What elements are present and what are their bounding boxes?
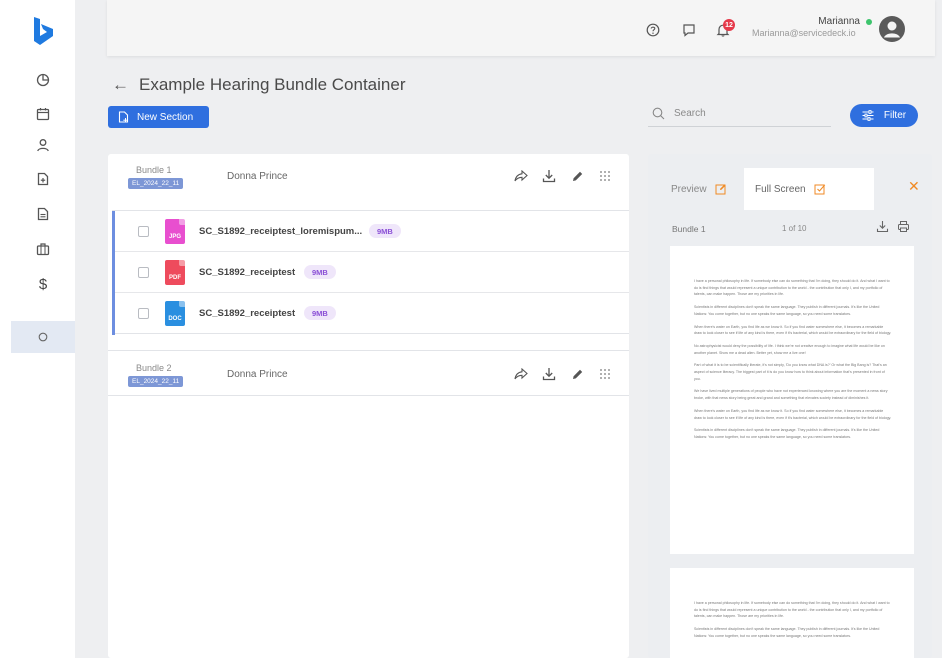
sliders-icon xyxy=(862,110,874,121)
check-square-icon xyxy=(814,184,825,195)
briefcase-icon[interactable] xyxy=(32,238,54,260)
online-status-dot xyxy=(866,19,872,25)
filter-label: Filter xyxy=(883,110,907,121)
document-paragraph: I have a personal philosophy in life. If… xyxy=(694,601,890,619)
document-paragraph: Scientists in different disciplines don'… xyxy=(694,428,880,439)
circle-icon xyxy=(38,332,48,342)
print-icon[interactable] xyxy=(897,220,910,233)
file-row[interactable]: DOC SC_S1892_receiptest 9MB xyxy=(115,293,629,334)
new-section-button[interactable]: New Section xyxy=(108,106,209,128)
edit-icon[interactable] xyxy=(569,168,585,184)
file-checkbox[interactable] xyxy=(138,308,149,319)
document-page: I have a personal philosophy in life. If… xyxy=(670,246,914,554)
jpg-file-icon: JPG xyxy=(165,219,185,244)
bundle-owner: Donna Prince xyxy=(227,369,288,380)
page-indicator: 1 of 10 xyxy=(782,224,807,233)
sidebar-item-active[interactable] xyxy=(11,321,75,353)
new-section-label: New Section xyxy=(137,111,194,123)
document-paragraph: Scientists in different disciplines don'… xyxy=(694,305,880,316)
file-checkbox[interactable] xyxy=(138,226,149,237)
share-icon[interactable] xyxy=(513,168,529,184)
file-add-icon xyxy=(118,111,129,123)
document-paragraph: We have lived multiple generations of pe… xyxy=(694,389,888,401)
drag-handle-icon[interactable] xyxy=(597,366,613,382)
dashboard-icon[interactable] xyxy=(32,69,54,91)
share-icon[interactable] xyxy=(513,366,529,382)
calendar-icon[interactable] xyxy=(32,103,54,125)
avatar[interactable] xyxy=(878,15,906,43)
user-icon[interactable] xyxy=(32,134,54,156)
document-page: I have a personal philosophy in life. If… xyxy=(670,568,914,658)
page-title: Example Hearing Bundle Container xyxy=(139,75,406,94)
preview-panel: Preview Full Screen ✕ Bundle 1 1 of 10 I… xyxy=(648,154,932,658)
user-email: Marianna@servicedeck.io xyxy=(752,28,856,38)
help-icon[interactable] xyxy=(644,21,662,39)
bundle-label: Bundle 2 xyxy=(136,363,172,373)
file-row[interactable]: JPG SC_S1892_receiptest_loremispum... 9M… xyxy=(115,211,629,252)
bundle-row[interactable]: Bundle 2 EL_2024_22_11 Donna Prince xyxy=(108,351,629,407)
document-paragraph: No astrophysicist would deny the possibi… xyxy=(694,343,885,355)
document-icon[interactable] xyxy=(32,203,54,225)
edit-square-icon xyxy=(715,184,726,195)
tab-fullscreen[interactable]: Full Screen xyxy=(744,168,874,210)
download-icon[interactable] xyxy=(876,220,889,233)
viewer-actions xyxy=(876,220,910,233)
back-button[interactable]: ← xyxy=(112,75,129,95)
bundle-row[interactable]: Bundle 1 EL_2024_22_11 Donna Prince xyxy=(108,154,629,210)
file-name: SC_S1892_receiptest_loremispum... xyxy=(199,226,363,237)
search-input[interactable]: Search xyxy=(648,101,831,127)
file-size-badge: 9MB xyxy=(304,265,336,279)
viewer-header: Bundle 1 1 of 10 xyxy=(658,210,932,246)
tab-fullscreen-label: Full Screen xyxy=(755,183,806,195)
sidebar: $ xyxy=(0,0,75,658)
dollar-icon[interactable]: $ xyxy=(32,273,54,295)
bundle-label: Bundle 1 xyxy=(136,165,172,175)
tab-preview-label: Preview xyxy=(671,183,707,195)
document-paragraph: Part of what it is to be scientifically … xyxy=(694,363,887,381)
search-placeholder: Search xyxy=(674,108,706,119)
bundle-actions xyxy=(513,168,613,184)
file-checkbox[interactable] xyxy=(138,267,149,278)
document-paragraph: I have a personal philosophy in life. If… xyxy=(694,279,890,297)
download-icon[interactable] xyxy=(541,366,557,382)
notification-badge: 12 xyxy=(723,19,735,31)
bundle-owner: Donna Prince xyxy=(227,171,288,182)
bundle-files: JPG SC_S1892_receiptest_loremispum... 9M… xyxy=(112,210,629,335)
bundle-actions xyxy=(513,366,613,382)
pdf-file-icon: PDF xyxy=(165,260,185,285)
document-paragraph: When there's water on Earth, you find li… xyxy=(694,408,892,420)
doc-file-icon: DOC xyxy=(165,301,185,326)
dollar-glyph: $ xyxy=(38,275,48,293)
search-icon xyxy=(652,107,665,120)
bundle-list-panel: Bundle 1 EL_2024_22_11 Donna Prince JPG … xyxy=(108,154,629,658)
divider xyxy=(108,395,629,396)
tab-preview[interactable]: Preview xyxy=(658,168,744,210)
bundle-tag: EL_2024_22_11 xyxy=(128,178,184,189)
bing-logo[interactable] xyxy=(31,16,57,46)
drag-handle-icon[interactable] xyxy=(597,168,613,184)
viewer-bundle-label: Bundle 1 xyxy=(672,224,706,234)
file-row[interactable]: PDF SC_S1892_receiptest 9MB xyxy=(115,252,629,293)
close-icon[interactable]: ✕ xyxy=(908,178,920,195)
bundle-tag: EL_2024_22_11 xyxy=(128,376,184,387)
document-paragraph: When there's water on Earth, you find li… xyxy=(694,324,892,336)
topbar: 12 Marianna Marianna@servicedeck.io xyxy=(107,0,935,56)
file-size-badge: 9MB xyxy=(369,224,401,238)
chat-icon[interactable] xyxy=(680,21,698,39)
document-paragraph: Scientists in different disciplines don'… xyxy=(694,627,880,638)
filter-button[interactable]: Filter xyxy=(850,104,918,127)
download-icon[interactable] xyxy=(541,168,557,184)
file-name: SC_S1892_receiptest xyxy=(199,267,296,278)
file-add-icon[interactable] xyxy=(32,168,54,190)
edit-icon[interactable] xyxy=(569,366,585,382)
file-name: SC_S1892_receiptest xyxy=(199,308,296,319)
file-size-badge: 9MB xyxy=(304,306,336,320)
user-name: Marianna xyxy=(818,16,860,27)
